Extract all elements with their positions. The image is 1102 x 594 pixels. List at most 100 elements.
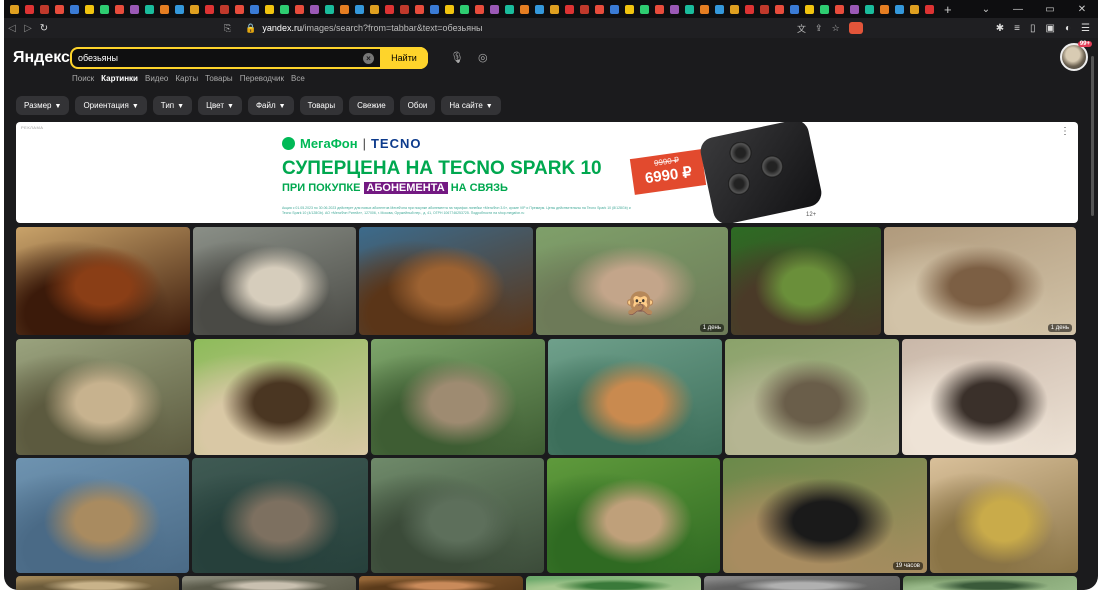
browser-tab[interactable] [458,2,471,16]
browser-tab[interactable] [293,2,306,16]
browser-tab[interactable] [698,2,711,16]
browser-tab[interactable] [398,2,411,16]
browser-tab[interactable] [863,2,876,16]
browser-tab[interactable] [488,2,501,16]
browser-tab[interactable] [188,2,201,16]
image-thumbnail[interactable]: 19 часов [723,458,927,573]
image-thumbnail[interactable] [704,576,900,590]
image-thumbnail[interactable] [903,576,1077,590]
browser-tab[interactable] [668,2,681,16]
browser-tab[interactable] [503,2,516,16]
browser-tab[interactable] [8,2,21,16]
browser-tab[interactable] [743,2,756,16]
browser-tab[interactable] [563,2,576,16]
browser-tab[interactable] [653,2,666,16]
service-link[interactable]: Все [291,74,305,83]
browser-tab[interactable] [113,2,126,16]
new-tab-button[interactable]: + [944,2,952,17]
playlist-icon[interactable]: ≡ [1014,23,1020,34]
browser-tab[interactable] [848,2,861,16]
clear-search-icon[interactable]: × [363,53,374,64]
image-thumbnail[interactable] [16,458,189,573]
tab-search-icon[interactable]: ⌄ [970,4,1002,15]
share-icon[interactable]: ⇪ [815,23,823,34]
image-thumbnail[interactable] [731,227,881,335]
filter-chip[interactable]: Цвет ▼ [198,96,242,115]
service-link[interactable]: Товары [205,74,233,83]
image-thumbnail[interactable] [192,458,368,573]
image-thumbnail[interactable] [16,227,190,335]
image-thumbnail[interactable]: 1 день [884,227,1076,335]
image-thumbnail[interactable] [371,339,545,455]
browser-tab[interactable] [83,2,96,16]
browser-tab[interactable] [338,2,351,16]
browser-tab[interactable] [533,2,546,16]
browser-tab[interactable] [788,2,801,16]
address-bar[interactable]: ⎘ 🔒 yandex.ru /images/search?from=tabbar… [224,20,864,36]
browser-tab[interactable] [473,2,486,16]
browser-tab[interactable] [248,2,261,16]
leo-icon[interactable]: ◐ [1065,23,1071,34]
browser-tab[interactable] [23,2,36,16]
browser-tab[interactable] [203,2,216,16]
browser-tab[interactable] [638,2,651,16]
browser-tab[interactable] [278,2,291,16]
service-link[interactable]: Видео [145,74,168,83]
service-link[interactable]: Поиск [72,74,94,83]
maximize-icon[interactable]: ▭ [1034,4,1066,15]
image-thumbnail[interactable] [16,576,179,590]
filter-chip[interactable]: Ориентация ▼ [75,96,147,115]
image-thumbnail[interactable] [182,576,356,590]
filter-chip[interactable]: Обои [399,96,436,115]
microphone-icon[interactable]: 🎙 [450,51,464,64]
browser-tab[interactable] [383,2,396,16]
filter-chip[interactable]: Файл ▼ [247,96,294,115]
browser-tab[interactable] [128,2,141,16]
menu-icon[interactable]: ☰ [1081,23,1090,34]
browser-tab[interactable] [803,2,816,16]
camera-search-icon[interactable]: ◎ [478,51,488,64]
browser-tab[interactable] [818,2,831,16]
browser-tab[interactable] [623,2,636,16]
browser-tab[interactable] [548,2,561,16]
translate-icon[interactable]: 文 [797,22,806,35]
browser-tab[interactable] [713,2,726,16]
bookmark-star-icon[interactable]: ☆ [832,23,840,34]
browser-tab[interactable] [98,2,111,16]
ad-banner[interactable]: РЕКЛАМА ⋮ МегаФон | TECNO СУПЕРЦЕНА НА T… [16,122,1078,223]
reload-icon[interactable]: ↻ [36,23,52,34]
browser-tab[interactable] [368,2,381,16]
browser-tab[interactable] [758,2,771,16]
browser-tab[interactable] [68,2,81,16]
browser-tab[interactable] [878,2,891,16]
browser-tab[interactable] [908,2,921,16]
browser-tab[interactable] [833,2,846,16]
browser-tab[interactable] [158,2,171,16]
browser-tab[interactable] [173,2,186,16]
image-thumbnail[interactable] [725,339,899,455]
bookmark-icon[interactable]: ⎘ [224,23,231,34]
image-thumbnail[interactable] [359,227,533,335]
filter-chip[interactable]: Свежие [349,96,394,115]
browser-tab[interactable] [263,2,276,16]
wallet-icon[interactable]: ▣ [1046,23,1055,34]
service-link[interactable]: Переводчик [240,74,284,83]
search-button[interactable]: Найти [380,47,428,69]
image-thumbnail[interactable] [371,458,544,573]
browser-tab[interactable] [308,2,321,16]
browser-tab[interactable] [38,2,51,16]
image-thumbnail[interactable] [16,339,191,455]
browser-tab[interactable] [893,2,906,16]
close-window-icon[interactable]: ✕ [1066,4,1098,15]
minimize-icon[interactable]: — [1002,4,1034,15]
image-thumbnail[interactable] [930,458,1078,573]
browser-tab[interactable] [923,2,936,16]
forward-icon[interactable]: ▷ [20,23,36,34]
yandex-logo[interactable]: Яндекс [13,49,70,67]
image-thumbnail[interactable] [359,576,523,590]
brave-shields-icon[interactable] [848,22,863,34]
avatar[interactable] [1060,43,1088,71]
filter-chip[interactable]: Товары [299,96,344,115]
image-thumbnail[interactable] [526,576,701,590]
image-thumbnail[interactable] [194,339,368,455]
